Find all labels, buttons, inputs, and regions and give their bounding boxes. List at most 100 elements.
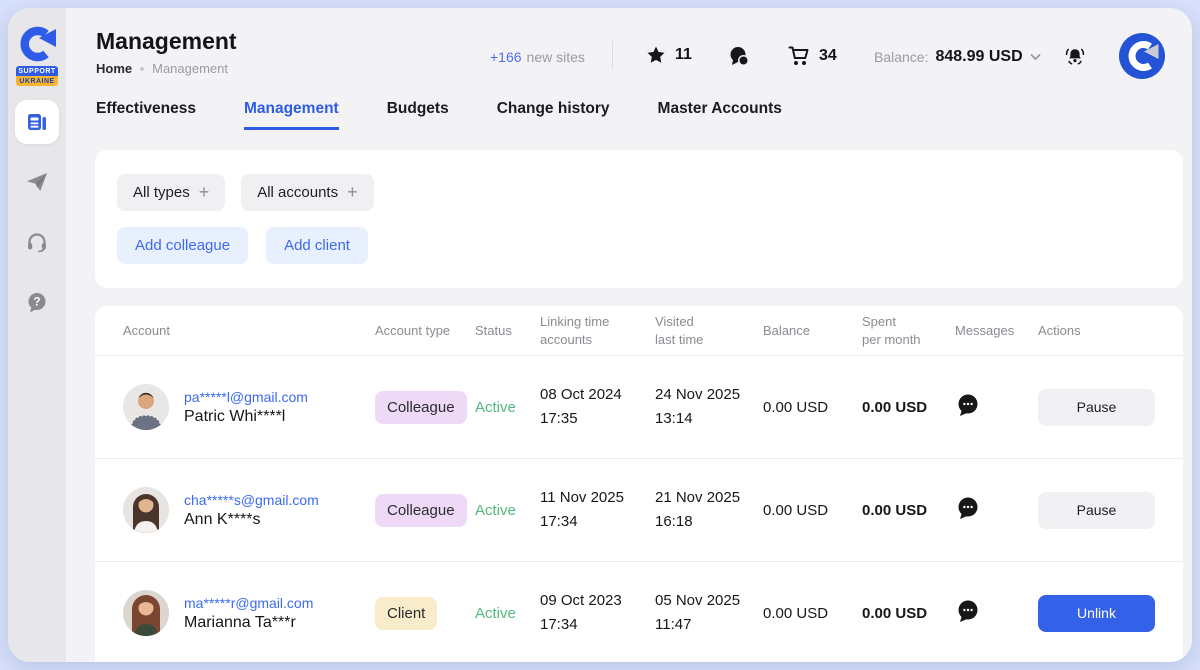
user-avatar[interactable] — [1118, 32, 1166, 80]
status-text: Active — [475, 399, 540, 416]
brand-c-arrow-icon — [17, 24, 57, 64]
person-photo-icon — [123, 487, 169, 533]
account-email[interactable]: ma*****r@gmail.com — [184, 595, 313, 611]
col-visited: Visited last time — [655, 313, 763, 348]
breadcrumb: Home Management — [96, 61, 237, 76]
unlink-button[interactable]: Unlink — [1038, 595, 1155, 632]
linking-time-cell: 11 Nov 2025 17:34 — [540, 486, 655, 534]
table-row: pa*****l@gmail.com Patric Whi****l Colle… — [95, 356, 1183, 459]
notifications-button[interactable] — [1064, 45, 1086, 67]
visited-time-cell: 24 Nov 2025 13:14 — [655, 383, 763, 431]
chats-button[interactable] — [728, 45, 750, 67]
cart-icon — [788, 45, 810, 67]
col-actions: Actions — [1038, 322, 1155, 340]
headphones-icon — [25, 230, 49, 254]
title-block: Management Home Management — [96, 28, 237, 76]
avatar — [123, 590, 169, 636]
col-linking-time: Linking time accounts — [540, 313, 655, 348]
new-sites-count: +166 — [490, 49, 522, 65]
sidebar-item-telegram[interactable] — [15, 160, 59, 204]
cart-button[interactable]: 34 — [788, 45, 837, 67]
new-sites-link[interactable]: +166 new sites — [490, 49, 585, 65]
account-email[interactable]: cha*****s@gmail.com — [184, 492, 319, 508]
sidebar-item-news[interactable] — [15, 100, 59, 144]
tab-change-history[interactable]: Change history — [497, 100, 610, 127]
add-colleague-button[interactable]: Add colleague — [117, 227, 248, 264]
help-icon: ? — [25, 290, 49, 314]
all-accounts-label: All accounts — [257, 184, 338, 201]
account-name: Patric Whi****l — [184, 408, 308, 426]
tab-management[interactable]: Management — [244, 100, 339, 130]
breadcrumb-separator — [140, 67, 144, 71]
tab-bar: Effectiveness Management Budgets Change … — [66, 100, 1192, 136]
spent-cell: 0.00 USD — [862, 502, 955, 519]
linking-time-cell: 08 Oct 2024 17:35 — [540, 383, 655, 431]
chevron-down-icon — [1030, 53, 1041, 61]
all-accounts-filter[interactable]: All accounts + — [241, 174, 373, 211]
new-sites-label: new sites — [527, 49, 585, 65]
header-divider — [612, 41, 613, 69]
col-messages: Messages — [955, 322, 1038, 340]
favorites-button[interactable]: 11 — [646, 45, 692, 65]
account-cell: pa*****l@gmail.com Patric Whi****l — [123, 384, 375, 430]
support-ukraine-badge: SUPPORT UKRAINE — [16, 66, 58, 86]
account-email[interactable]: pa*****l@gmail.com — [184, 389, 308, 405]
avatar-brand-icon — [1118, 32, 1166, 80]
chat-icon — [728, 45, 750, 67]
balance-value: 848.99 USD — [935, 48, 1022, 66]
message-bubble-icon — [955, 598, 981, 624]
visited-time-cell: 21 Nov 2025 16:18 — [655, 486, 763, 534]
linking-time-cell: 09 Oct 2023 17:34 — [540, 589, 655, 637]
favorites-count: 11 — [675, 46, 692, 64]
spent-cell: 0.00 USD — [862, 605, 955, 622]
support-label: SUPPORT — [16, 66, 58, 76]
cart-count: 34 — [819, 47, 837, 65]
message-button[interactable] — [955, 598, 981, 624]
filter-chips: All types + All accounts + — [117, 174, 1161, 211]
all-types-filter[interactable]: All types + — [117, 174, 225, 211]
table-row: ma*****r@gmail.com Marianna Ta***r Clien… — [95, 562, 1183, 662]
plus-icon: + — [199, 182, 210, 203]
sidebar-item-support[interactable] — [15, 220, 59, 264]
add-client-button[interactable]: Add client — [266, 227, 368, 264]
tab-budgets[interactable]: Budgets — [387, 100, 449, 127]
message-button[interactable] — [955, 495, 981, 521]
balance-cell: 0.00 USD — [763, 502, 862, 519]
page-header: Management Home Management +166 new site… — [66, 8, 1192, 100]
pause-button[interactable]: Pause — [1038, 492, 1155, 529]
status-text: Active — [475, 502, 540, 519]
svg-text:?: ? — [33, 297, 40, 309]
app-window: SUPPORT UKRAINE — [8, 8, 1192, 662]
filters-panel: All types + All accounts + Add colleague… — [95, 150, 1183, 288]
col-account-type: Account type — [375, 322, 475, 340]
breadcrumb-home-link[interactable]: Home — [96, 61, 132, 76]
avatar — [123, 487, 169, 533]
table-header-row: Account Account type Status Linking time… — [95, 306, 1183, 356]
col-account: Account — [123, 322, 375, 340]
col-status: Status — [475, 322, 540, 340]
account-name: Ann K****s — [184, 511, 319, 529]
balance-label: Balance: — [874, 49, 928, 65]
tab-master-accounts[interactable]: Master Accounts — [658, 100, 782, 127]
app-logo[interactable]: SUPPORT UKRAINE — [16, 24, 58, 86]
accounts-table: Account Account type Status Linking time… — [95, 306, 1183, 662]
pause-button[interactable]: Pause — [1038, 389, 1155, 426]
news-icon — [25, 110, 49, 134]
sidebar-item-help[interactable]: ? — [15, 280, 59, 324]
account-cell: cha*****s@gmail.com Ann K****s — [123, 487, 375, 533]
star-icon — [646, 45, 666, 65]
sidebar-nav: ? — [15, 100, 59, 324]
sidebar: SUPPORT UKRAINE — [8, 8, 66, 662]
balance-dropdown[interactable]: Balance: 848.99 USD — [874, 48, 1041, 66]
person-photo-icon — [123, 384, 169, 430]
account-cell: ma*****r@gmail.com Marianna Ta***r — [123, 590, 375, 636]
tab-effectiveness[interactable]: Effectiveness — [96, 100, 196, 127]
col-spent: Spent per month — [862, 313, 955, 348]
telegram-icon — [25, 170, 49, 194]
account-type-badge: Client — [375, 597, 437, 630]
ukraine-label: UKRAINE — [16, 76, 58, 86]
status-text: Active — [475, 605, 540, 622]
visited-time-cell: 05 Nov 2025 11:47 — [655, 589, 763, 637]
message-button[interactable] — [955, 392, 981, 418]
all-types-label: All types — [133, 184, 190, 201]
